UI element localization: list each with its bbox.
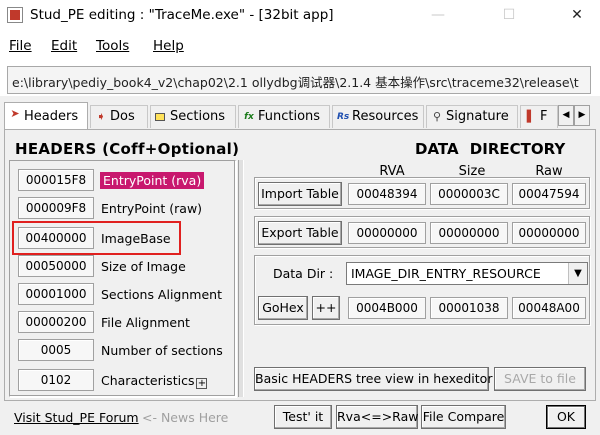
menu-tools[interactable]: Tools: [96, 38, 129, 54]
tree-view-button[interactable]: Basic HEADERS tree view in hexeditor: [254, 367, 492, 391]
size-of-image-value[interactable]: 00050000: [18, 255, 94, 277]
gohex-size-field[interactable]: 00001038: [430, 297, 508, 319]
export-rva-field[interactable]: 00000000: [348, 222, 426, 244]
menu-bar: File Edit Tools Help: [0, 31, 600, 59]
gohex-button[interactable]: GoHex: [258, 296, 308, 320]
tab-resources[interactable]: Rs Resources: [332, 105, 424, 128]
sections-icon: [155, 113, 165, 121]
signature-icon: ⚲: [432, 110, 442, 123]
size-of-image-label: Size of Image: [101, 259, 186, 274]
tab-signature[interactable]: ⚲ Signature: [426, 105, 518, 128]
data-directory-title: DATA DIRECTORY: [415, 140, 566, 158]
tab-strip: ➤ Headers ➧ Dos Sections fx Functions Rs…: [0, 100, 600, 130]
title-bar: Stud_PE editing : "TraceMe.exe" - [32bit…: [0, 0, 600, 31]
tab-sections[interactable]: Sections: [150, 105, 236, 128]
tab-functions[interactable]: fx Functions: [238, 105, 330, 128]
resources-icon: Rs: [337, 112, 350, 122]
bookmark-icon: ➤: [10, 107, 20, 120]
ok-button[interactable]: OK: [546, 405, 586, 429]
number-of-sections-value[interactable]: 0005: [18, 339, 94, 361]
window-title: Stud_PE editing : "TraceMe.exe" - [32bit…: [30, 7, 334, 23]
headers-group: [9, 160, 236, 397]
export-size-field[interactable]: 00000000: [430, 222, 508, 244]
gohex-rva-field[interactable]: 0004B000: [348, 297, 426, 319]
maximize-button[interactable]: ☐: [486, 0, 532, 31]
menu-file[interactable]: File: [9, 38, 32, 54]
file-alignment-label: File Alignment: [101, 315, 190, 330]
import-size-field[interactable]: 0000003C: [430, 183, 508, 205]
number-of-sections-label: Number of sections: [101, 343, 223, 358]
entrypoint-rva-label: EntryPoint (rva): [100, 172, 205, 189]
tab-scroll-left[interactable]: ◀: [558, 105, 574, 126]
import-table-button[interactable]: Import Table: [258, 182, 342, 206]
datadir-select[interactable]: IMAGE_DIR_ENTRY_RESOURCE ▼: [346, 262, 588, 285]
tab-dos[interactable]: ➧ Dos: [90, 105, 148, 128]
save-to-file-button[interactable]: SAVE to file: [494, 367, 586, 391]
app-icon: [7, 7, 23, 23]
import-raw-field[interactable]: 00047594: [512, 183, 586, 205]
menu-help[interactable]: Help: [153, 38, 184, 54]
close-button[interactable]: ✕: [554, 0, 600, 31]
arrow-icon: ➧: [96, 110, 106, 123]
file-compare-button[interactable]: File Compare: [421, 405, 506, 429]
entrypoint-raw-value[interactable]: 000009F8: [18, 197, 94, 219]
sections-alignment-label: Sections Alignment: [101, 287, 222, 302]
file-alignment-value[interactable]: 00000200: [18, 311, 94, 333]
news-label: <- News Here: [142, 410, 229, 425]
sections-alignment-value[interactable]: 00001000: [18, 283, 94, 305]
gohex-raw-field[interactable]: 00048A00: [512, 297, 586, 319]
tab-more[interactable]: ▌ F: [520, 105, 558, 128]
testit-button[interactable]: Test' it: [274, 405, 332, 429]
import-rva-field[interactable]: 00048394: [348, 183, 426, 205]
expand-plus-icon[interactable]: +: [196, 378, 208, 389]
tab-scroll-right[interactable]: ▶: [574, 105, 590, 126]
file-path-field[interactable]: e:\library\pediy_book4_v2\chap02\2.1 oll…: [7, 66, 591, 94]
tab-icon: ▌: [526, 110, 536, 123]
rva-raw-button[interactable]: Rva<=>Raw: [336, 405, 418, 429]
headers-title: HEADERS (Coff+Optional): [15, 140, 240, 158]
characteristics-label: Characteristics +: [101, 373, 208, 389]
characteristics-value[interactable]: 0102: [18, 369, 94, 391]
imagebase-highlight-box: [12, 221, 181, 255]
export-raw-field[interactable]: 00000000: [512, 222, 586, 244]
export-table-button[interactable]: Export Table: [258, 221, 342, 245]
plusplus-button[interactable]: ++: [312, 296, 340, 320]
panel-divider: [236, 160, 244, 397]
minimize-button[interactable]: —: [415, 0, 461, 31]
entrypoint-raw-label: EntryPoint (raw): [101, 201, 203, 216]
datadir-label: Data Dir :: [273, 266, 334, 281]
entrypoint-rva-value[interactable]: 000015F8: [18, 169, 94, 191]
dropdown-arrow-icon[interactable]: ▼: [568, 263, 587, 284]
menu-edit[interactable]: Edit: [51, 38, 77, 54]
forum-link[interactable]: Visit Stud_PE Forum: [14, 410, 139, 425]
tab-headers[interactable]: ➤ Headers: [4, 102, 88, 129]
fx-icon: fx: [244, 112, 254, 122]
